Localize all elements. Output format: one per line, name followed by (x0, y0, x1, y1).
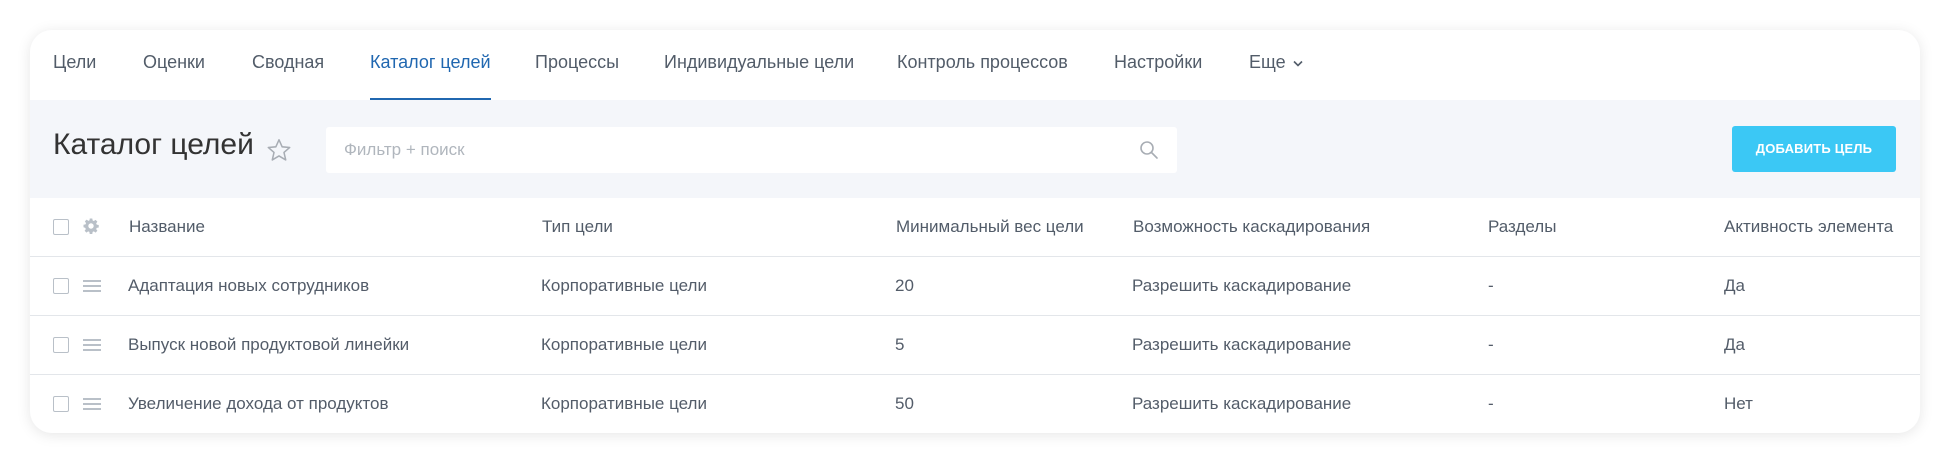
cell-name: Адаптация новых сотрудников (128, 276, 370, 295)
cell-active: Да (1724, 335, 1745, 354)
row-checkbox[interactable] (53, 278, 69, 294)
page-title: Каталог целей (53, 128, 254, 161)
tab-processes[interactable]: Процессы (535, 30, 619, 100)
cell-goal-type: Корпоративные цели (541, 394, 707, 413)
column-header-sections[interactable]: Разделы (1488, 198, 1556, 256)
column-header-name[interactable]: Название (129, 198, 205, 256)
tab-individual-goals[interactable]: Индивидуальные цели (664, 30, 854, 100)
cell-goal-type: Корпоративные цели (541, 276, 707, 295)
hamburger-icon[interactable] (83, 338, 101, 357)
cell-sections: - (1488, 394, 1494, 413)
column-header-active[interactable]: Активность элемента (1724, 198, 1893, 256)
table-row[interactable]: Увеличение дохода от продуктов Корпорати… (30, 375, 1920, 433)
tab-summary[interactable]: Сводная (252, 30, 324, 100)
column-header-min-weight[interactable]: Минимальный вес цели (896, 198, 1084, 256)
search-input[interactable] (326, 127, 1124, 173)
table-header: Название Тип цели Минимальный вес цели В… (30, 198, 1920, 257)
tab-process-control[interactable]: Контроль процессов (897, 30, 1068, 100)
cell-cascading: Разрешить каскадирование (1132, 394, 1352, 413)
cell-min-weight: 20 (895, 276, 914, 295)
tab-settings[interactable]: Настройки (1114, 30, 1202, 100)
chevron-down-icon (1293, 30, 1303, 94)
hamburger-icon[interactable] (83, 397, 101, 416)
tab-goals[interactable]: Цели (53, 30, 96, 100)
cell-cascading: Разрешить каскадирование (1132, 335, 1352, 354)
goals-table: Название Тип цели Минимальный вес цели В… (30, 198, 1920, 433)
table-row[interactable]: Адаптация новых сотрудников Корпоративны… (30, 257, 1920, 316)
top-navigation: Цели Оценки Сводная Каталог целей Процес… (30, 30, 1920, 100)
tab-goal-catalog[interactable]: Каталог целей (370, 30, 491, 100)
cell-sections: - (1488, 335, 1494, 354)
cell-min-weight: 50 (895, 394, 914, 413)
row-checkbox[interactable] (53, 396, 69, 412)
cell-name: Выпуск новой продуктовой линейки (128, 335, 410, 354)
tab-ratings[interactable]: Оценки (143, 30, 205, 100)
search-icon[interactable] (1139, 140, 1159, 165)
tab-more[interactable]: Еще (1249, 30, 1303, 100)
add-goal-button[interactable]: ДОБАВИТЬ ЦЕЛЬ (1732, 126, 1896, 172)
filter-search[interactable] (326, 127, 1177, 173)
table-row[interactable]: Выпуск новой продуктовой линейки Корпора… (30, 316, 1920, 375)
row-checkbox[interactable] (53, 337, 69, 353)
cell-goal-type: Корпоративные цели (541, 335, 707, 354)
cell-cascading: Разрешить каскадирование (1132, 276, 1352, 295)
cell-active: Да (1724, 276, 1745, 295)
cell-name: Увеличение дохода от продуктов (128, 394, 389, 413)
column-header-goal-type[interactable]: Тип цели (542, 198, 613, 256)
cell-sections: - (1488, 276, 1494, 295)
gear-icon[interactable] (82, 217, 100, 240)
star-icon[interactable] (266, 138, 292, 168)
hamburger-icon[interactable] (83, 279, 101, 298)
cell-active: Нет (1724, 394, 1753, 413)
select-all-checkbox[interactable] (53, 219, 69, 235)
column-header-cascading[interactable]: Возможность каскадирования (1133, 198, 1370, 256)
cell-min-weight: 5 (895, 335, 905, 354)
tab-more-label: Еще (1249, 52, 1286, 72)
main-card: Цели Оценки Сводная Каталог целей Процес… (30, 30, 1920, 433)
